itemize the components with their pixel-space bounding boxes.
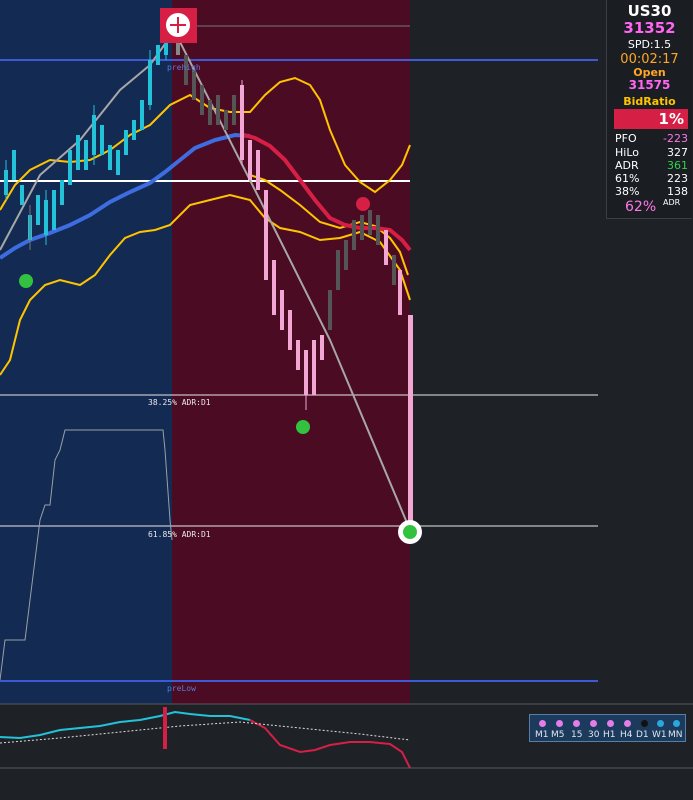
bidratio-title: BidRatio [623,95,676,108]
sell-signal-dot[interactable] [356,197,370,211]
spread-label: SPD:1.5 [627,38,672,51]
tf-dot-m1[interactable] [539,720,546,727]
symbol-label: US30 [627,2,672,20]
tf-label-m5[interactable]: M5 [551,730,565,740]
stat-row: 61% 223 [615,172,688,185]
adr61-label: 61.85% ADR:D1 [148,530,211,539]
prehigh-label: prehigh [167,63,201,72]
timeframe-selector[interactable]: M1 M5 15 30 H1 H4 D1 W1 MN [529,714,686,742]
price-chart[interactable] [0,0,693,800]
current-price-dot [403,525,417,539]
tf-dot-30[interactable] [590,720,597,727]
prelow-label: preLow [167,684,196,693]
alert-flag-icon[interactable] [160,8,197,43]
tf-label-15[interactable]: 15 [571,730,582,740]
tf-label-mn[interactable]: MN [668,730,683,740]
open-value: 31575 [628,78,671,92]
tf-label-h1[interactable]: H1 [603,730,616,740]
oscillator-spike [163,707,167,749]
adr-suffix: ADR [663,198,681,207]
info-panel: US30 31352 SPD:1.5 00:02:17 Open 31575 B… [606,0,692,219]
bidratio-value: 1% [658,110,684,128]
tf-dot-m5[interactable] [556,720,563,727]
tf-dot-h1[interactable] [607,720,614,727]
tf-label-w1[interactable]: W1 [652,730,667,740]
timer-label: 00:02:17 [620,52,679,67]
bidratio-box: 1% [614,109,688,129]
tf-dot-15[interactable] [573,720,580,727]
buy-signal-dot[interactable] [296,420,310,434]
stat-row: ADR 361 [615,159,688,172]
adr-percent: 62% [625,199,657,215]
tf-dot-d1[interactable] [641,720,648,727]
stat-row: HiLo 327 [615,146,688,159]
tf-label-30[interactable]: 30 [588,730,599,740]
adr38-label: 38.25% ADR:D1 [148,398,211,407]
tf-dot-h4[interactable] [624,720,631,727]
stat-row: 38% 138 [615,185,688,198]
tf-dot-mn[interactable] [673,720,680,727]
price-label: 31352 [623,19,676,37]
tf-dot-w1[interactable] [657,720,664,727]
tf-label-h4[interactable]: H4 [620,730,633,740]
buy-signal-dot[interactable] [19,274,33,288]
prior-session-area [0,0,172,704]
tf-label-d1[interactable]: D1 [636,730,649,740]
tf-label-m1[interactable]: M1 [535,730,549,740]
open-title: Open [633,66,666,79]
stat-row: PFO -223 [615,132,688,145]
